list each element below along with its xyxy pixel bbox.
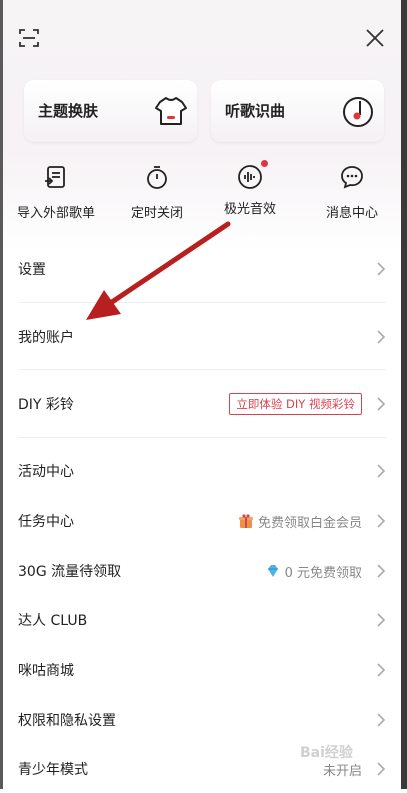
message-center-action[interactable]: 消息中心 xyxy=(302,164,402,221)
import-playlist-label: 导入外部歌单 xyxy=(16,206,95,221)
song-recognition-card[interactable]: 听歌识曲 xyxy=(211,80,384,142)
diamond-icon xyxy=(267,565,278,577)
task-center-hint: 免费领取白金会员 xyxy=(257,515,362,531)
aurora-sound-action[interactable]: 极光音效 xyxy=(200,160,300,217)
chevron-right-icon xyxy=(377,713,386,727)
chevron-right-icon xyxy=(377,663,386,677)
menu-label: 30G 流量待领取 xyxy=(18,564,122,580)
chevron-right-icon xyxy=(377,397,386,411)
aurora-sound-label: 极光音效 xyxy=(223,202,276,217)
divider xyxy=(18,369,386,370)
new-badge-dot xyxy=(261,160,268,167)
tshirt-icon xyxy=(155,97,187,125)
sleep-timer-action[interactable]: 定时关闭 xyxy=(107,164,207,221)
left-edge-shade xyxy=(0,0,3,789)
chevron-right-icon xyxy=(377,262,386,276)
teen-mode-status: 未开启 xyxy=(322,763,362,779)
menu-my-account[interactable]: 我的账户 xyxy=(18,313,386,361)
message-icon xyxy=(341,166,363,189)
right-edge-shade xyxy=(401,0,407,789)
divider xyxy=(18,302,386,303)
chevron-right-icon xyxy=(377,564,386,578)
chevron-right-icon xyxy=(377,762,386,776)
diy-promo-badge[interactable]: 立即体验 DIY 视频彩铃 xyxy=(229,393,362,415)
chevron-right-icon xyxy=(377,514,386,528)
close-icon[interactable] xyxy=(364,27,386,49)
menu-task-center[interactable]: 任务中心 免费领取白金会员 xyxy=(18,497,386,545)
message-center-label: 消息中心 xyxy=(325,206,378,221)
sound-wave-icon xyxy=(238,165,262,189)
gift-icon xyxy=(238,514,253,528)
menu-label: 我的账户 xyxy=(18,330,74,346)
import-playlist-icon xyxy=(45,166,65,188)
menu-talent-club[interactable]: 达人 CLUB xyxy=(18,596,386,644)
menu-label: 咪咕商城 xyxy=(18,663,74,679)
menu-label: 达人 CLUB xyxy=(18,613,88,629)
import-playlist-action[interactable]: 导入外部歌单 xyxy=(6,164,106,221)
chevron-right-icon xyxy=(377,613,386,627)
menu-label: 任务中心 xyxy=(18,514,74,530)
menu-label: 设置 xyxy=(18,262,46,278)
watermark-logo: Bai经验 xyxy=(300,745,353,761)
divider xyxy=(18,437,386,438)
menu-settings[interactable]: 设置 xyxy=(18,245,386,293)
song-recognition-label: 听歌识曲 xyxy=(225,102,286,120)
menu-migu-mall[interactable]: 咪咕商城 xyxy=(18,646,386,694)
timer-icon xyxy=(147,166,167,189)
data-traffic-hint: 0 元免费领取 xyxy=(284,565,362,581)
menu-data-traffic[interactable]: 30G 流量待领取 0 元免费领取 xyxy=(18,547,386,595)
chevron-right-icon xyxy=(377,330,386,344)
music-note-icon xyxy=(343,97,373,127)
menu-activity-center[interactable]: 活动中心 xyxy=(18,447,386,495)
sleep-timer-label: 定时关闭 xyxy=(130,206,183,221)
menu-label: 青少年模式 xyxy=(18,762,88,778)
scan-icon[interactable] xyxy=(18,27,40,49)
theme-skin-label: 主题换肤 xyxy=(38,102,99,120)
menu-label: DIY 彩铃 xyxy=(18,397,74,413)
menu-label: 权限和隐私设置 xyxy=(18,713,116,729)
chevron-right-icon xyxy=(377,464,386,478)
menu-label: 活动中心 xyxy=(18,464,74,480)
menu-privacy-settings[interactable]: 权限和隐私设置 xyxy=(18,696,386,744)
theme-skin-card[interactable]: 主题换肤 xyxy=(24,80,197,142)
menu-diy-ringtone[interactable]: DIY 彩铃 立即体验 DIY 视频彩铃 xyxy=(18,380,386,428)
